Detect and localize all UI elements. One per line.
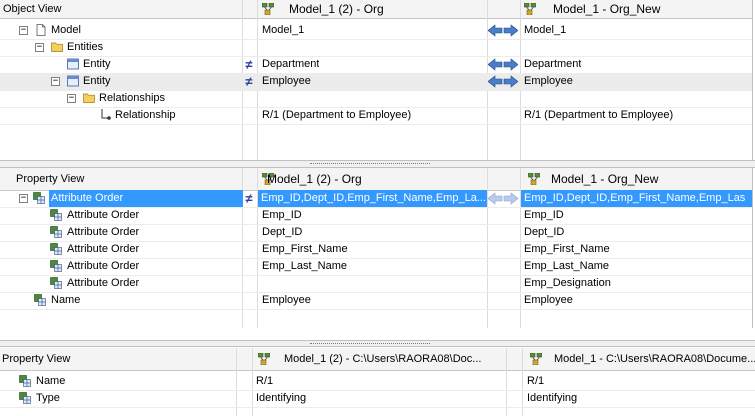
not-equal-icon: ≠ — [245, 74, 253, 89]
tree-row-entity-department[interactable]: Entity ≠ Department Department — [0, 56, 752, 74]
entity-table-icon — [67, 75, 79, 87]
object-view-left-header[interactable]: Model_1 (2) - Org — [262, 0, 482, 18]
bottom-view-left-header[interactable]: Model_1 (2) - C:\Users\RAORA08\Doc... — [258, 348, 504, 370]
property-row-attribute-order[interactable]: − Attribute Order ≠ Emp_ID,Dept_ID,Emp_F… — [0, 190, 752, 208]
swap-arrows-icon[interactable] — [488, 24, 518, 37]
bottom-property-view-panel: Property View Model_1 (2) - C:\Users\RAO… — [0, 348, 755, 416]
property-bottom-splitter[interactable] — [0, 340, 755, 347]
property-row-attribute-order[interactable]: Attribute Order Emp_Last_Name Emp_Last_N… — [0, 258, 752, 276]
folder-icon — [83, 93, 95, 103]
tree-row-relationship[interactable]: Relationship R/1 (Department to Employee… — [0, 107, 752, 125]
swap-arrows-icon[interactable] — [488, 75, 518, 88]
bottom-row-name[interactable]: Name R/1 R/1 — [0, 373, 755, 391]
bottom-view-tree-header[interactable]: Property View — [2, 348, 232, 370]
property-row-attribute-order[interactable]: Attribute Order Dept_ID Dept_ID — [0, 224, 752, 242]
property-view-tree-header[interactable]: Property View — [16, 168, 236, 190]
property-grid-icon — [50, 226, 62, 238]
not-equal-icon: ≠ — [245, 57, 253, 72]
object-property-splitter[interactable] — [0, 160, 755, 168]
model-compare-icon — [262, 3, 274, 15]
swap-arrows-icon[interactable] — [488, 58, 518, 71]
model-compare-icon — [524, 3, 536, 15]
property-row-attribute-order[interactable]: Attribute Order Emp_Designation — [0, 275, 752, 293]
collapse-icon[interactable]: − — [19, 26, 28, 35]
property-grid-icon — [33, 192, 45, 204]
property-view-panel: Property View Model_1 (2) - Org Model_1 … — [0, 168, 753, 328]
property-grid-icon — [50, 243, 62, 255]
tree-row-entities[interactable]: − Entities — [0, 39, 752, 57]
collapse-icon[interactable]: − — [35, 43, 44, 52]
bottom-row-type[interactable]: Type Identifying Identifying — [0, 390, 755, 408]
entity-table-icon — [67, 58, 79, 70]
object-view-panel: Object View Model_1 (2) - Org Model_1 - … — [0, 0, 753, 160]
property-grid-icon — [50, 209, 62, 221]
folder-icon — [51, 42, 63, 52]
bottom-view-right-header[interactable]: Model_1 - C:\Users\RAORA08\Docume... — [530, 348, 755, 370]
tree-row-relationships[interactable]: − Relationships — [0, 90, 752, 108]
model-compare-icon — [530, 353, 542, 365]
tree-row-entity-employee[interactable]: − Entity ≠ Employee Employee — [0, 73, 752, 91]
swap-arrows-icon[interactable] — [488, 192, 518, 205]
property-grid-icon — [19, 375, 31, 387]
property-row-attribute-order[interactable]: Attribute Order Emp_First_Name Emp_First… — [0, 241, 752, 259]
not-equal-icon: ≠ — [245, 191, 253, 206]
property-row-attribute-order[interactable]: Attribute Order Emp_ID Emp_ID — [0, 207, 752, 225]
tree-row-model[interactable]: − Model Model_1 Model_1 — [0, 22, 752, 40]
model-compare-icon — [258, 353, 270, 365]
document-icon — [36, 24, 46, 36]
property-grid-icon — [34, 294, 46, 306]
collapse-icon[interactable]: − — [19, 194, 28, 203]
relationship-icon — [101, 109, 111, 120]
collapse-icon[interactable]: − — [67, 94, 76, 103]
property-view-right-header[interactable]: Model_1 - Org_New — [524, 168, 752, 190]
property-grid-icon — [50, 277, 62, 289]
property-grid-icon — [19, 392, 31, 404]
property-row-name[interactable]: Name Employee Employee — [0, 292, 752, 310]
collapse-icon[interactable]: − — [51, 77, 60, 86]
object-view-tree-header[interactable]: Object View — [3, 0, 233, 18]
model-compare-icon — [528, 173, 540, 185]
object-view-right-header[interactable]: Model_1 - Org_New — [524, 0, 752, 18]
property-grid-icon — [50, 260, 62, 272]
property-view-left-header[interactable]: Model_1 (2) - Org — [262, 168, 482, 190]
